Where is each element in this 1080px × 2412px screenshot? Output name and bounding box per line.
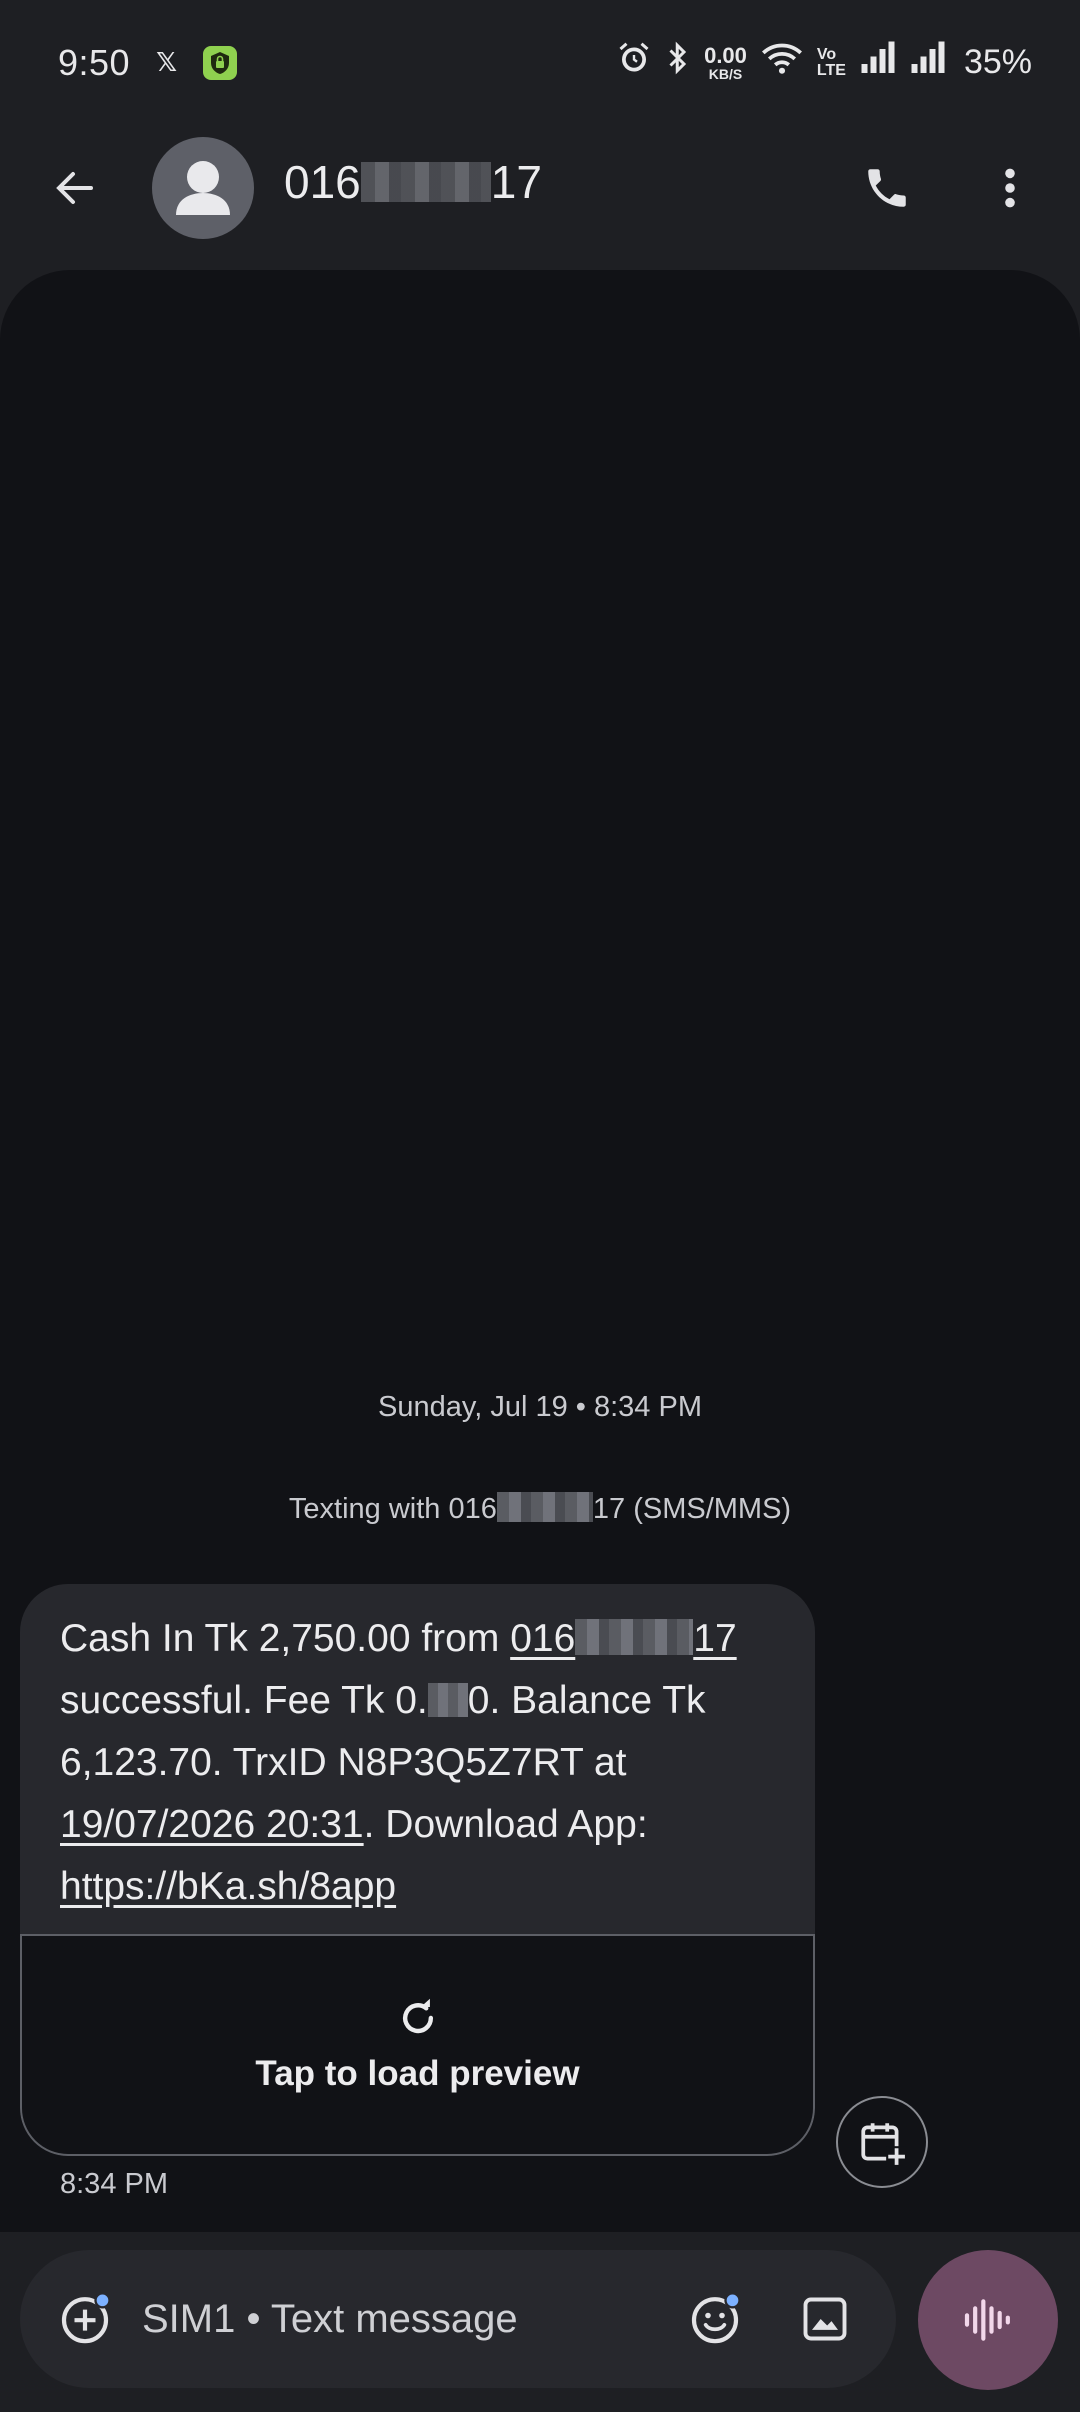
- alarm-icon: [616, 40, 652, 85]
- network-speed: 0.00 KB/S: [704, 42, 747, 82]
- refresh-icon: [402, 1998, 433, 2034]
- link-preview-button[interactable]: Tap to load preview: [20, 1934, 815, 2156]
- texting-with-label: Texting with 016 17 (SMS/MMS): [288, 1492, 792, 1525]
- conversation-area[interactable]: Sunday, Jul 19 • 8:34 PM Texting with 01…: [0, 270, 1080, 2232]
- arrow-back-icon: [56, 172, 93, 204]
- bluetooth-icon: [666, 40, 690, 85]
- contact-number-prefix: 016: [284, 156, 361, 208]
- x-app-icon: 𝕏: [156, 47, 178, 77]
- more-vert-icon: [1005, 168, 1015, 208]
- message-text: Cash In Tk 2,750.00 from 016 17 successfu…: [60, 1617, 737, 1908]
- date-link[interactable]: 19/07/2026 20:31: [60, 1803, 364, 1846]
- wifi-icon: [761, 41, 803, 84]
- emoji-icon: [691, 2292, 741, 2344]
- back-button[interactable]: [40, 153, 110, 223]
- signal-sim1-icon: [860, 41, 896, 84]
- status-bar: 9:50 𝕏 0.00 KB/S Vo LTE 35%: [0, 0, 1080, 125]
- voice-message-button[interactable]: [918, 2250, 1058, 2390]
- emoji-button[interactable]: [680, 2284, 750, 2354]
- url-link[interactable]: https://bKa.sh/8app: [60, 1865, 396, 1908]
- status-time: 9:50: [58, 41, 131, 83]
- message-input[interactable]: [142, 2288, 662, 2350]
- message-bubble[interactable]: Cash In Tk 2,750.00 from 016 17 successfu…: [20, 1584, 815, 2156]
- phone-number-link[interactable]: 016 17: [510, 1617, 736, 1660]
- image-icon: [803, 2297, 847, 2341]
- compose-bar: [20, 2250, 896, 2388]
- signal-sim2-icon: [910, 41, 946, 84]
- phone-icon: [868, 169, 906, 207]
- call-button[interactable]: [852, 153, 922, 223]
- person-icon: [176, 161, 230, 215]
- message-timestamp: 8:34 PM: [60, 2168, 168, 2200]
- volte-indicator: Vo LTE: [816, 45, 846, 79]
- redacted-digits: [360, 162, 491, 202]
- date-divider: Sunday, Jul 19 • 8:34 PM: [378, 1391, 702, 1423]
- more-options-button[interactable]: [975, 153, 1045, 223]
- avatar[interactable]: [152, 137, 254, 239]
- redacted-digits: [496, 1492, 593, 1522]
- conversation-header: 016 17: [0, 125, 1080, 250]
- add-calendar-event-button[interactable]: [836, 2096, 928, 2188]
- battery-level: 35%: [963, 43, 1032, 81]
- contact-number-suffix: 17: [490, 156, 542, 208]
- gallery-button[interactable]: [790, 2284, 860, 2354]
- waveform-icon: [964, 2299, 1010, 2341]
- redacted-digits: [575, 1619, 694, 1655]
- redacted-digits: [427, 1683, 468, 1717]
- calendar-add-icon: [861, 2123, 907, 2167]
- preview-label: Tap to load preview: [255, 2054, 580, 2093]
- contact-name[interactable]: 016 17: [284, 155, 542, 209]
- attach-button[interactable]: [50, 2284, 120, 2354]
- shield-icon: [203, 45, 238, 80]
- add-circle-icon: [61, 2292, 111, 2344]
